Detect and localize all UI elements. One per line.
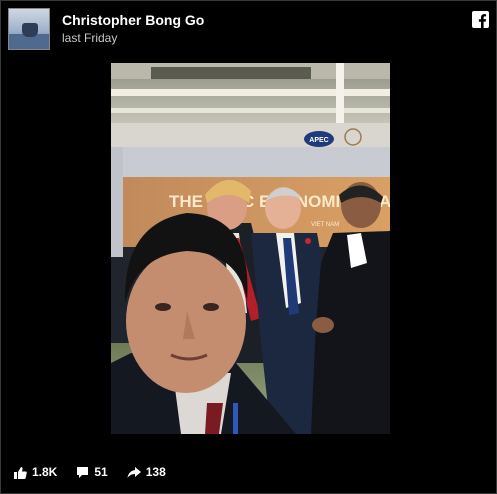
shares-stat[interactable]: 138	[127, 465, 166, 479]
shares-count: 138	[145, 465, 166, 479]
likes-stat[interactable]: 1.8K	[14, 465, 57, 479]
likes-count: 1.8K	[32, 465, 58, 479]
share-arrow-icon	[127, 466, 141, 478]
author-name[interactable]: Christopher Bong Go	[62, 12, 204, 28]
comments-count: 51	[94, 465, 108, 479]
banner-subtext: VIET NAM	[311, 222, 339, 228]
facebook-icon[interactable]	[472, 11, 489, 28]
post-photo[interactable]: APEC THE APEC ECONOMIC LEA VIET NAM	[111, 63, 390, 434]
comment-icon	[77, 466, 89, 478]
post-timestamp[interactable]: last Friday	[62, 31, 117, 45]
thumbs-up-icon	[14, 466, 27, 479]
avatar-boat	[22, 23, 38, 37]
post-card: Christopher Bong Go last Friday APEC THE…	[0, 0, 497, 494]
comments-stat[interactable]: 51	[76, 465, 108, 479]
post-stats: 1.8K 51 138	[14, 464, 185, 480]
apec-logo-text: APEC	[309, 137, 328, 144]
author-avatar[interactable]	[8, 8, 50, 50]
